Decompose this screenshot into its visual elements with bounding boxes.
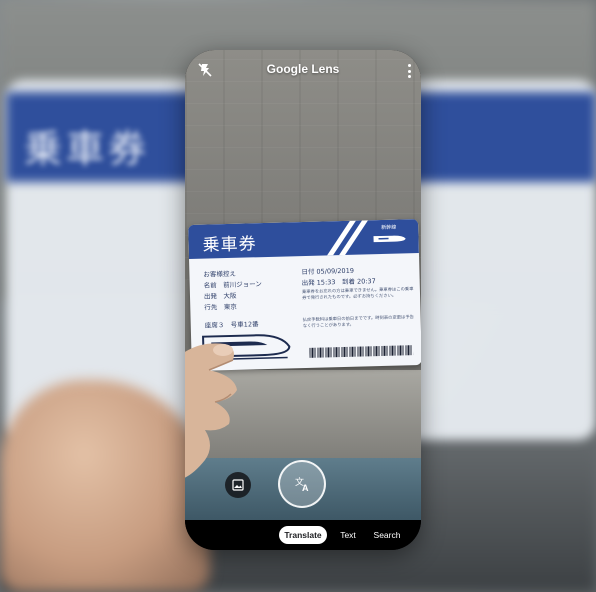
tab-translate[interactable]: Translate [279, 526, 327, 544]
tab-search[interactable]: Search [369, 526, 405, 544]
image-icon [232, 479, 244, 491]
mini-train-icon [373, 235, 406, 243]
ticket-name: 名前 前川ジョーン [203, 280, 262, 290]
screenshot-stage: 乗車券 乗車券 新幹線 お客様控え 名前 前川ジョーン 出発 大阪 行先 東京 … [0, 0, 596, 592]
translate-icon: 文 A [295, 476, 309, 493]
ticket-times: 出発 15:33 到着 20:37 [301, 277, 376, 288]
shutter-button[interactable]: 文 A [278, 460, 326, 508]
app-title: Google Lens [266, 62, 340, 76]
ticket-date: 日付 05/09/2019 [301, 266, 355, 277]
mode-bar: Translate Text Search [185, 520, 421, 550]
ticket-name-label: お客様控え [203, 269, 237, 279]
ticket-badge: 新幹線 [381, 224, 397, 231]
hand [185, 343, 237, 478]
svg-text:A: A [302, 483, 309, 493]
ticket-departure: 出発 大阪 [203, 291, 237, 301]
phone-screen: 乗車券 新幹線 お客様控え 名前 前川ジョーン 出発 大阪 行先 東京 座席３ … [185, 50, 421, 550]
ticket-notice-2: 払戻手数料は乗車日の前日までです。時刻表の変更は予告なく行うことがあります。 [302, 315, 414, 330]
ticket-notice-1: 乗車券をお忘れの方は乗車できません。乗車券はこの乗車券で発行されたものです。必ず… [301, 287, 414, 302]
gallery-button[interactable] [225, 472, 251, 498]
camera-viewfinder[interactable]: 乗車券 新幹線 お客様控え 名前 前川ジョーン 出発 大阪 行先 東京 座席３ … [185, 50, 421, 520]
ticket-barcode [309, 345, 414, 358]
ticket-destination: 行先 東京 [204, 302, 237, 312]
top-bar: Google Lens [185, 50, 421, 90]
tab-text[interactable]: Text [335, 526, 361, 544]
more-vert-icon[interactable] [407, 64, 411, 78]
background-ticket-title: 乗車券 [24, 127, 151, 171]
ticket-title: 乗車券 [202, 234, 257, 256]
